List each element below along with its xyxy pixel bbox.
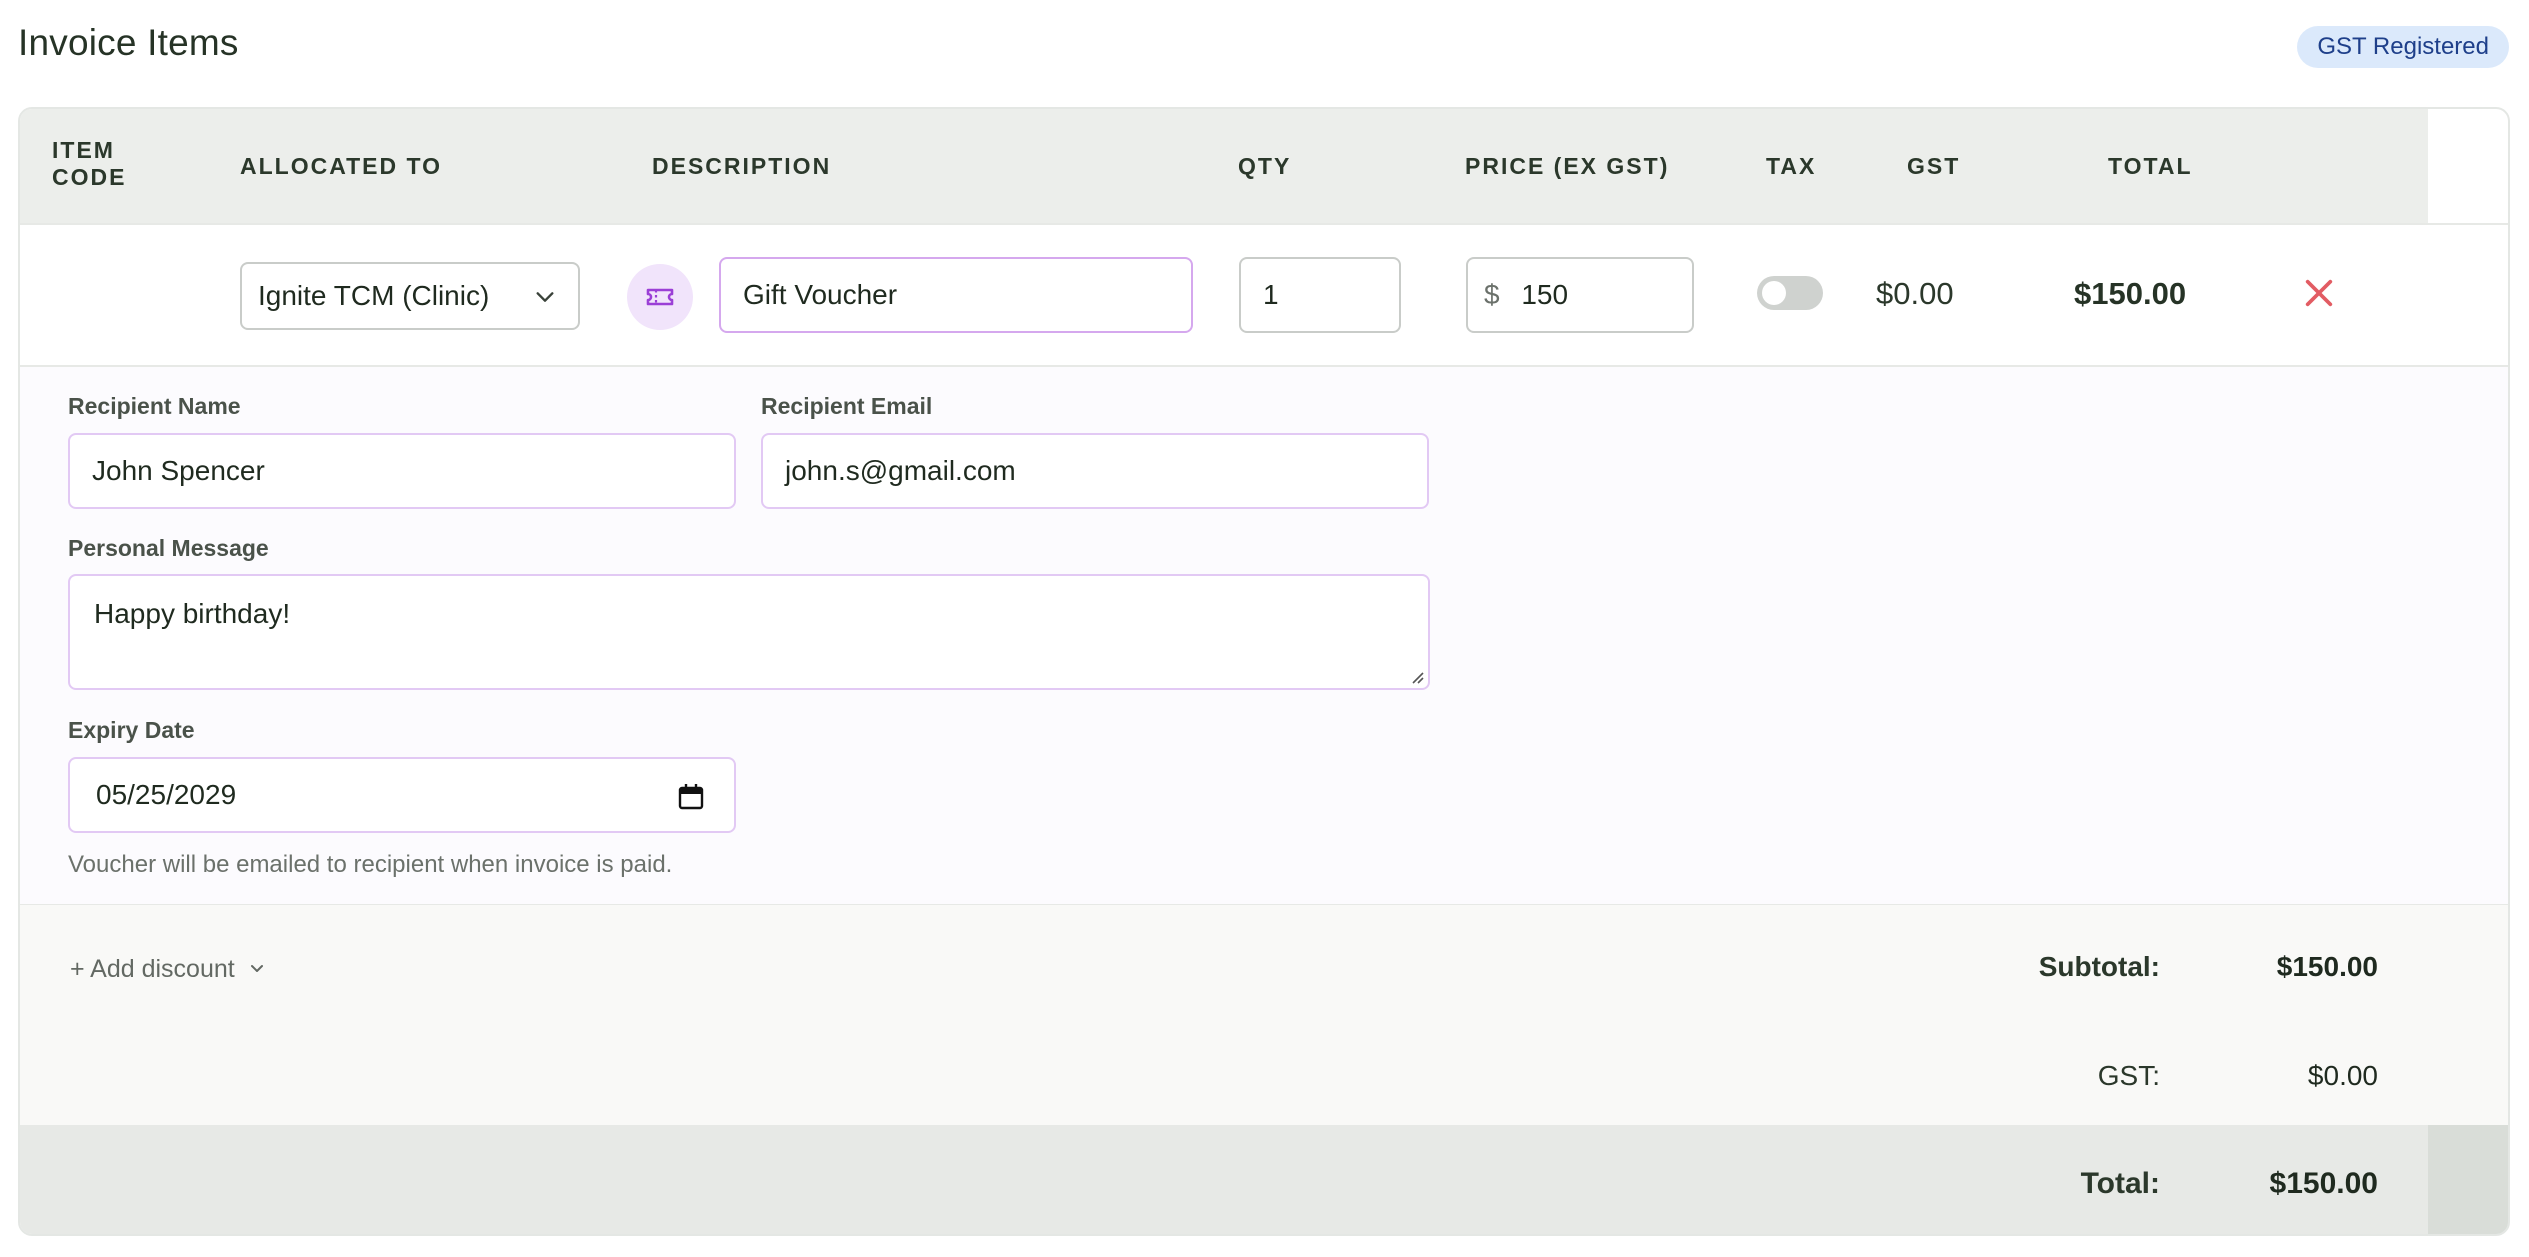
resize-handle-icon[interactable] bbox=[1408, 668, 1424, 684]
recipient-name-input[interactable]: John Spencer bbox=[68, 433, 736, 509]
qty-input[interactable]: 1 bbox=[1239, 257, 1401, 333]
gift-voucher-icon bbox=[627, 264, 693, 330]
allocated-to-value: Ignite TCM (Clinic) bbox=[258, 280, 490, 311]
column-total: TOTAL bbox=[2108, 153, 2193, 179]
price-value: 150 bbox=[1521, 279, 1569, 310]
column-item-code: ITEM CODE bbox=[52, 137, 126, 191]
add-discount-button[interactable]: + Add discount bbox=[70, 955, 264, 984]
tax-toggle[interactable] bbox=[1757, 276, 1823, 310]
column-qty: QTY bbox=[1238, 153, 1292, 179]
personal-message-value: Happy birthday! bbox=[94, 598, 291, 629]
recipient-email-label: Recipient Email bbox=[761, 393, 933, 419]
personal-message-label: Personal Message bbox=[68, 535, 269, 561]
calendar-icon[interactable] bbox=[678, 783, 704, 811]
subtotal-value: $150.00 bbox=[2276, 951, 2378, 982]
column-allocated-to: ALLOCATED TO bbox=[240, 153, 443, 179]
table-header: ITEM CODE ALLOCATED TO DESCRIPTION QTY P… bbox=[20, 109, 2428, 223]
page-title: Invoice Items bbox=[18, 22, 239, 63]
description-value: Gift Voucher bbox=[743, 279, 898, 310]
tax-toggle-knob bbox=[1762, 281, 1786, 305]
gst-summary-value: $0.00 bbox=[2307, 1060, 2378, 1091]
personal-message-textarea[interactable]: Happy birthday! bbox=[68, 574, 1430, 690]
expiry-date-input[interactable]: 05/25/2029 bbox=[68, 757, 736, 833]
row-total: $150.00 bbox=[2074, 276, 2187, 311]
summary-section bbox=[20, 905, 2508, 1125]
expiry-date-value: 05/25/2029 bbox=[96, 779, 237, 810]
gst-summary-label: GST: bbox=[2097, 1060, 2160, 1091]
subtotal-label: Subtotal: bbox=[2038, 951, 2160, 982]
column-price: PRICE (EX GST) bbox=[1465, 153, 1670, 179]
voucher-email-hint: Voucher will be emailed to recipient whe… bbox=[68, 851, 673, 878]
row-gst: $0.00 bbox=[1876, 276, 1954, 311]
invoice-items-card: ITEM CODE ALLOCATED TO DESCRIPTION QTY P… bbox=[18, 107, 2510, 1236]
allocated-to-select[interactable]: Ignite TCM (Clinic) bbox=[240, 262, 580, 330]
qty-value: 1 bbox=[1263, 279, 1279, 310]
total-bar-spacer bbox=[2428, 1125, 2508, 1234]
expiry-date-label: Expiry Date bbox=[68, 717, 195, 743]
header-divider bbox=[20, 223, 2508, 225]
column-item-code-line1: ITEM bbox=[52, 137, 115, 163]
recipient-name-label: Recipient Name bbox=[68, 393, 241, 419]
currency-symbol: $ bbox=[1484, 279, 1500, 310]
recipient-email-value: john.s@gmail.com bbox=[785, 455, 1016, 486]
column-description: DESCRIPTION bbox=[652, 153, 832, 179]
chevron-down-icon bbox=[536, 292, 554, 302]
column-gst: GST bbox=[1907, 153, 1961, 179]
description-input[interactable]: Gift Voucher bbox=[719, 257, 1193, 333]
price-input[interactable]: $ 150 bbox=[1466, 257, 1694, 333]
column-item-code-line2: CODE bbox=[52, 164, 127, 190]
recipient-email-input[interactable]: john.s@gmail.com bbox=[761, 433, 1429, 509]
total-label: Total: bbox=[2080, 1167, 2160, 1200]
gst-registered-badge: GST Registered bbox=[2297, 26, 2509, 68]
chevron-down-icon bbox=[250, 965, 263, 972]
remove-item-icon[interactable] bbox=[2302, 276, 2336, 310]
recipient-name-value: John Spencer bbox=[92, 455, 265, 486]
add-discount-label: + Add discount bbox=[70, 955, 235, 983]
column-tax: TAX bbox=[1766, 153, 1817, 179]
ticket-icon bbox=[646, 288, 674, 306]
invoice-items-page: Invoice Items GST Registered ITEM CODE A… bbox=[0, 0, 2529, 1257]
total-value: $150.00 bbox=[2269, 1167, 2378, 1200]
